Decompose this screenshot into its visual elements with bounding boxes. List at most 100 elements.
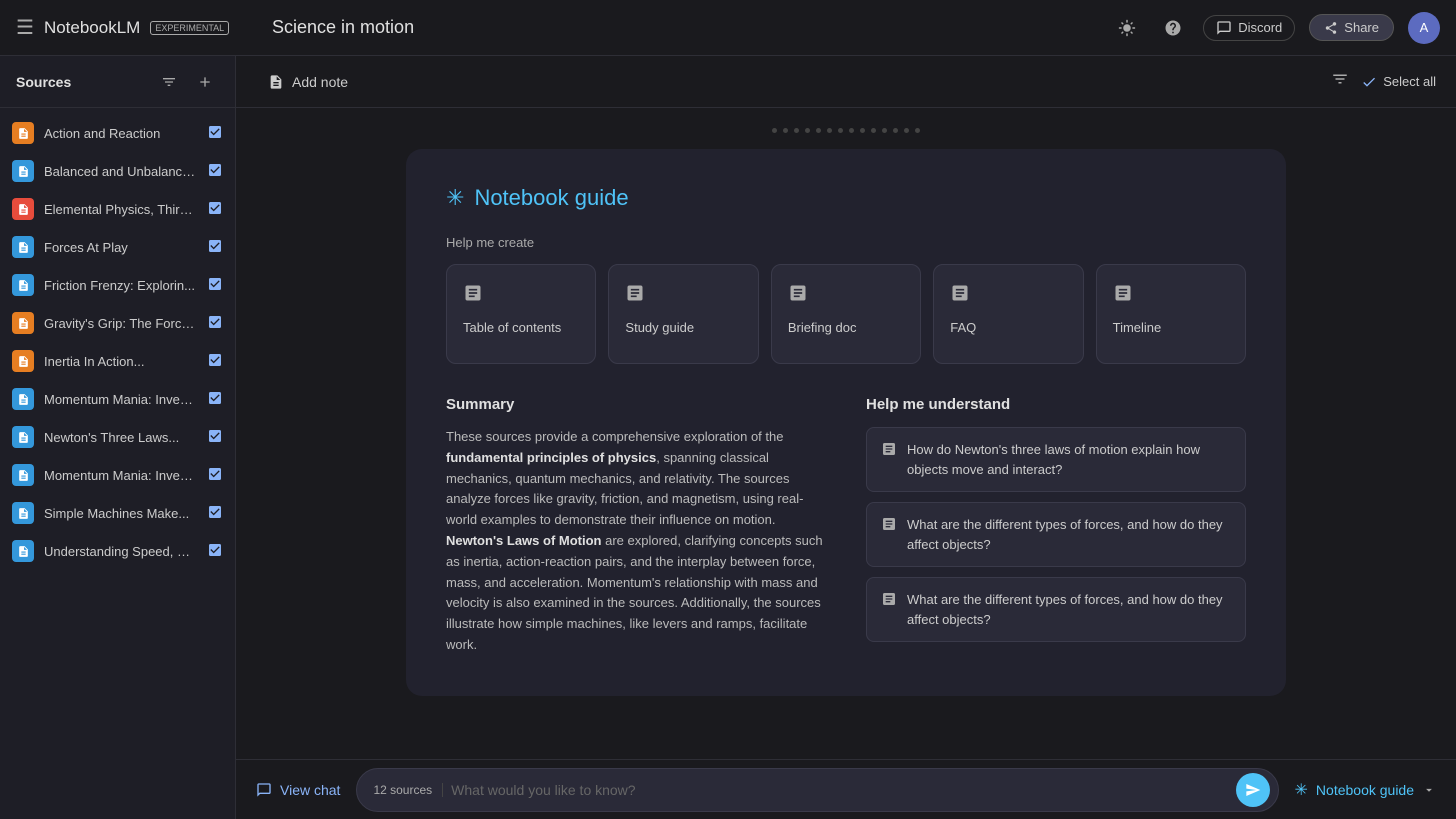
discord-button[interactable]: Discord xyxy=(1203,15,1295,41)
source-icon xyxy=(12,274,34,296)
source-name: Action and Reaction xyxy=(44,126,197,141)
sidebar-header: Sources xyxy=(0,56,235,108)
card-table-of-contents[interactable]: Table of contents xyxy=(446,264,596,364)
card-study-guide[interactable]: Study guide xyxy=(608,264,758,364)
check-icon xyxy=(207,466,223,485)
share-label: Share xyxy=(1344,20,1379,35)
sidebar-item[interactable]: Friction Frenzy: Explorin... xyxy=(0,266,235,304)
source-icon xyxy=(12,502,34,524)
card-label: Timeline xyxy=(1113,319,1229,337)
sidebar-item[interactable]: Momentum Mania: Inves... xyxy=(0,456,235,494)
dot xyxy=(772,128,777,133)
add-source-icon[interactable] xyxy=(191,68,219,96)
source-icon xyxy=(12,350,34,372)
sidebar-item[interactable]: Gravity's Grip: The Force... xyxy=(0,304,235,342)
panel-title: Notebook guide xyxy=(474,185,628,211)
question-icon xyxy=(881,441,897,462)
source-name: Momentum Mania: Inves... xyxy=(44,468,197,483)
sidebar: Sources Action and Reaction Balanced and… xyxy=(0,56,236,819)
dot xyxy=(838,128,843,133)
card-icon xyxy=(463,283,579,309)
dot xyxy=(871,128,876,133)
select-all-label: Select all xyxy=(1383,74,1436,89)
source-name: Inertia In Action... xyxy=(44,354,197,369)
question-card[interactable]: What are the different types of forces, … xyxy=(866,577,1246,642)
share-button[interactable]: Share xyxy=(1309,14,1394,41)
source-icon xyxy=(12,464,34,486)
card-faq[interactable]: FAQ xyxy=(933,264,1083,364)
add-note-label: Add note xyxy=(292,74,348,90)
topbar-left: ☰ NotebookLM EXPERIMENTAL xyxy=(16,15,252,40)
check-icon xyxy=(207,390,223,409)
check-icon xyxy=(207,542,223,561)
dot xyxy=(904,128,909,133)
two-col: Summary These sources provide a comprehe… xyxy=(446,396,1246,656)
source-name: Newton's Three Laws... xyxy=(44,430,197,445)
content-area: Add note Select all ✳ Notebook guid xyxy=(236,56,1456,819)
card-label: Study guide xyxy=(625,319,741,337)
check-icon xyxy=(207,238,223,257)
hamburger-icon[interactable]: ☰ xyxy=(16,15,34,40)
sidebar-item[interactable]: Balanced and Unbalance... xyxy=(0,152,235,190)
question-text: How do Newton's three laws of motion exp… xyxy=(907,440,1231,479)
view-chat-label: View chat xyxy=(280,782,340,798)
source-name: Understanding Speed, Ve... xyxy=(44,544,197,559)
question-card[interactable]: How do Newton's three laws of motion exp… xyxy=(866,427,1246,492)
notebook-guide-panel: ✳ Notebook guide Help me create Table of… xyxy=(406,149,1286,696)
sort-icon[interactable] xyxy=(1331,70,1349,93)
question-icon xyxy=(881,591,897,612)
card-timeline[interactable]: Timeline xyxy=(1096,264,1246,364)
send-button[interactable] xyxy=(1236,773,1270,807)
sidebar-item[interactable]: Inertia In Action... xyxy=(0,342,235,380)
dot xyxy=(849,128,854,133)
panel-header: ✳ Notebook guide xyxy=(446,185,1246,211)
sidebar-list: Action and Reaction Balanced and Unbalan… xyxy=(0,108,235,819)
add-note-button[interactable]: Add note xyxy=(256,68,360,96)
sidebar-item[interactable]: Simple Machines Make... xyxy=(0,494,235,532)
source-icon xyxy=(12,426,34,448)
source-icon xyxy=(12,312,34,334)
help-create-label: Help me create xyxy=(446,235,1246,250)
select-all-button[interactable]: Select all xyxy=(1361,74,1436,90)
dot xyxy=(915,128,920,133)
check-icon xyxy=(207,124,223,143)
sidebar-item[interactable]: Forces At Play xyxy=(0,228,235,266)
source-icon xyxy=(12,540,34,562)
sidebar-item[interactable]: Newton's Three Laws... xyxy=(0,418,235,456)
help-icon[interactable] xyxy=(1157,12,1189,44)
sidebar-item[interactable]: Elemental Physics, Third... xyxy=(0,190,235,228)
check-icon xyxy=(207,200,223,219)
question-card[interactable]: What are the different types of forces, … xyxy=(866,502,1246,567)
topbar: ☰ NotebookLMEXPERIMENTAL Science in moti… xyxy=(0,0,1456,56)
logo-badge: EXPERIMENTAL xyxy=(150,21,229,35)
filter-icon[interactable] xyxy=(155,68,183,96)
sidebar-item[interactable]: Action and Reaction xyxy=(0,114,235,152)
guide-container: ✳ Notebook guide Help me create Table of… xyxy=(406,128,1286,696)
card-icon xyxy=(1113,283,1229,309)
avatar[interactable]: A xyxy=(1408,12,1440,44)
notebook-guide-bottom-label: Notebook guide xyxy=(1316,782,1414,798)
sidebar-icons xyxy=(155,68,219,96)
understand-col: Help me understand How do Newton's three… xyxy=(866,396,1246,656)
sidebar-item[interactable]: Momentum Mania: Inves... xyxy=(0,380,235,418)
check-icon xyxy=(207,314,223,333)
toolbar-right: Select all xyxy=(1331,70,1436,93)
dot xyxy=(794,128,799,133)
notebook-guide-icon: ✳ xyxy=(446,185,464,211)
discord-label: Discord xyxy=(1238,20,1282,35)
dot xyxy=(882,128,887,133)
view-chat-button[interactable]: View chat xyxy=(256,782,340,798)
dot xyxy=(816,128,821,133)
logo-text: NotebookLM xyxy=(44,18,140,38)
question-text: What are the different types of forces, … xyxy=(907,590,1231,629)
brightness-icon[interactable] xyxy=(1111,12,1143,44)
check-icon xyxy=(207,276,223,295)
source-name: Forces At Play xyxy=(44,240,197,255)
source-name: Balanced and Unbalance... xyxy=(44,164,197,179)
chat-input[interactable] xyxy=(451,782,1227,798)
card-briefing-doc[interactable]: Briefing doc xyxy=(771,264,921,364)
source-icon xyxy=(12,388,34,410)
notebook-guide-bottom-button[interactable]: ✳ Notebook guide xyxy=(1295,780,1436,800)
notebook-guide-asterisk: ✳ xyxy=(1295,780,1308,800)
sidebar-item[interactable]: Understanding Speed, Ve... xyxy=(0,532,235,570)
